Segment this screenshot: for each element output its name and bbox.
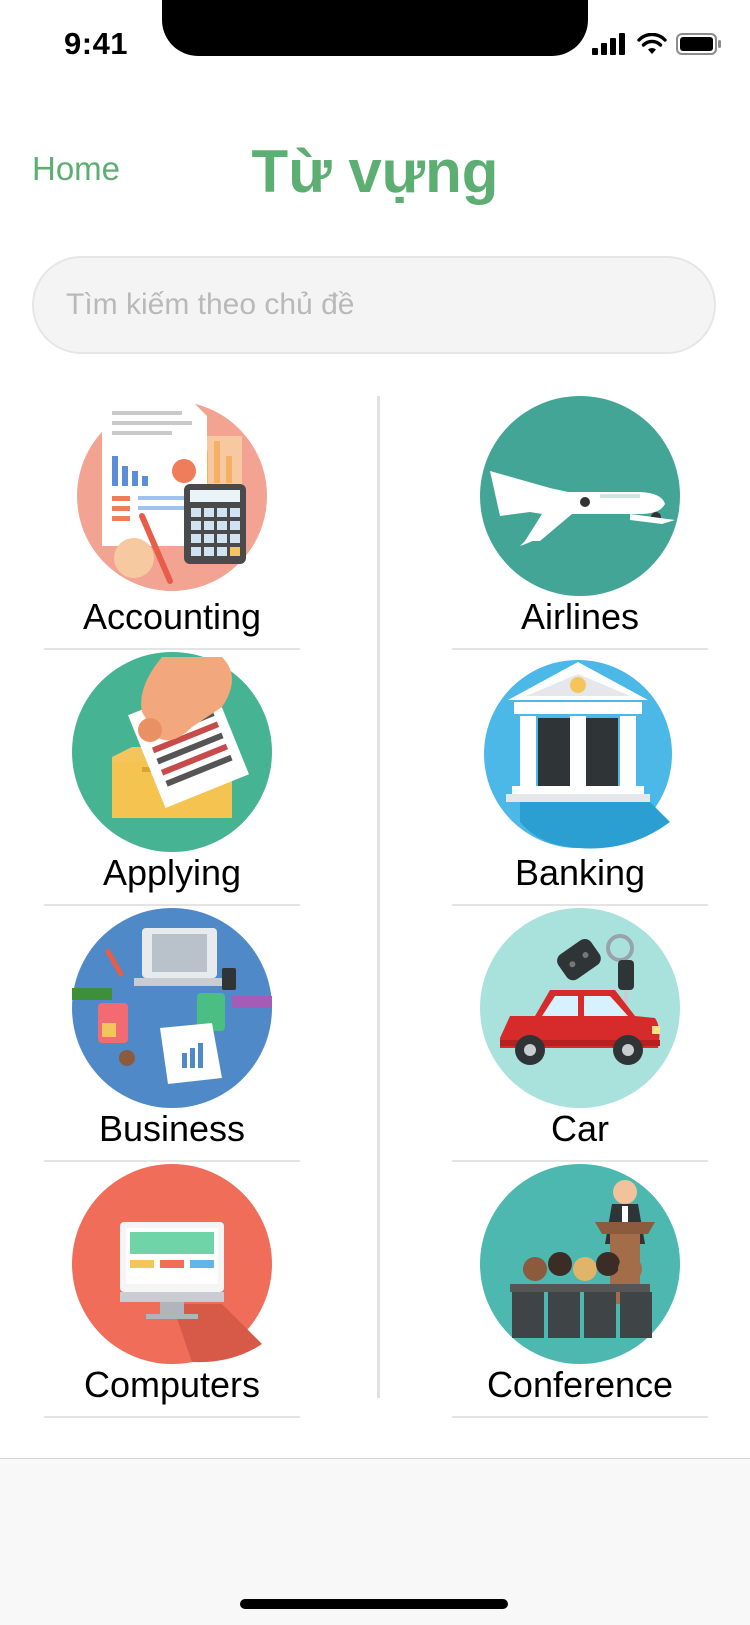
battery-icon xyxy=(676,33,721,55)
topic-airlines[interactable]: Airlines xyxy=(452,396,708,652)
wifi-icon xyxy=(637,33,667,54)
row-divider xyxy=(44,1160,300,1162)
topic-applying[interactable]: Applying xyxy=(44,652,300,908)
status-icons xyxy=(592,33,722,55)
topic-computers[interactable]: Computers xyxy=(44,1164,300,1420)
page-title: Từ vựng xyxy=(251,138,499,205)
row-divider xyxy=(452,1160,708,1162)
row-divider xyxy=(452,1416,708,1418)
search-input[interactable] xyxy=(32,256,716,354)
bank-icon xyxy=(484,660,672,849)
status-time: 9:41 xyxy=(64,26,129,61)
topic-label: Computers xyxy=(83,1364,261,1405)
airplane-icon xyxy=(480,396,680,596)
row-divider xyxy=(44,1416,300,1418)
topic-label: Car xyxy=(550,1108,609,1149)
topic-car[interactable]: Car xyxy=(452,908,708,1164)
topic-label: Accounting xyxy=(82,596,262,637)
topic-label: Applying xyxy=(102,852,242,893)
topic-label: Airlines xyxy=(520,596,640,637)
home-indicator[interactable] xyxy=(240,1599,508,1609)
accounting-icon xyxy=(77,401,267,591)
car-icon xyxy=(480,908,680,1108)
row-divider xyxy=(44,904,300,906)
row-divider xyxy=(452,648,708,650)
topic-accounting[interactable]: Accounting xyxy=(44,396,300,652)
row-divider xyxy=(44,648,300,650)
topic-conference[interactable]: Conference xyxy=(452,1164,708,1420)
topic-label: Business xyxy=(98,1108,246,1149)
topic-banking[interactable]: Banking xyxy=(452,652,708,908)
business-meeting-icon xyxy=(72,908,272,1108)
topic-label: Conference xyxy=(486,1364,674,1405)
column-divider xyxy=(377,396,380,1398)
device-notch xyxy=(162,0,588,56)
computer-icon xyxy=(72,1164,272,1364)
cellular-signal-icon xyxy=(592,33,625,55)
topic-label: Banking xyxy=(514,852,646,893)
topic-business[interactable]: Business xyxy=(44,908,300,1164)
application-icon xyxy=(72,652,272,852)
conference-icon xyxy=(480,1164,680,1364)
status-bar: 9:41 xyxy=(0,0,750,90)
row-divider xyxy=(452,904,708,906)
